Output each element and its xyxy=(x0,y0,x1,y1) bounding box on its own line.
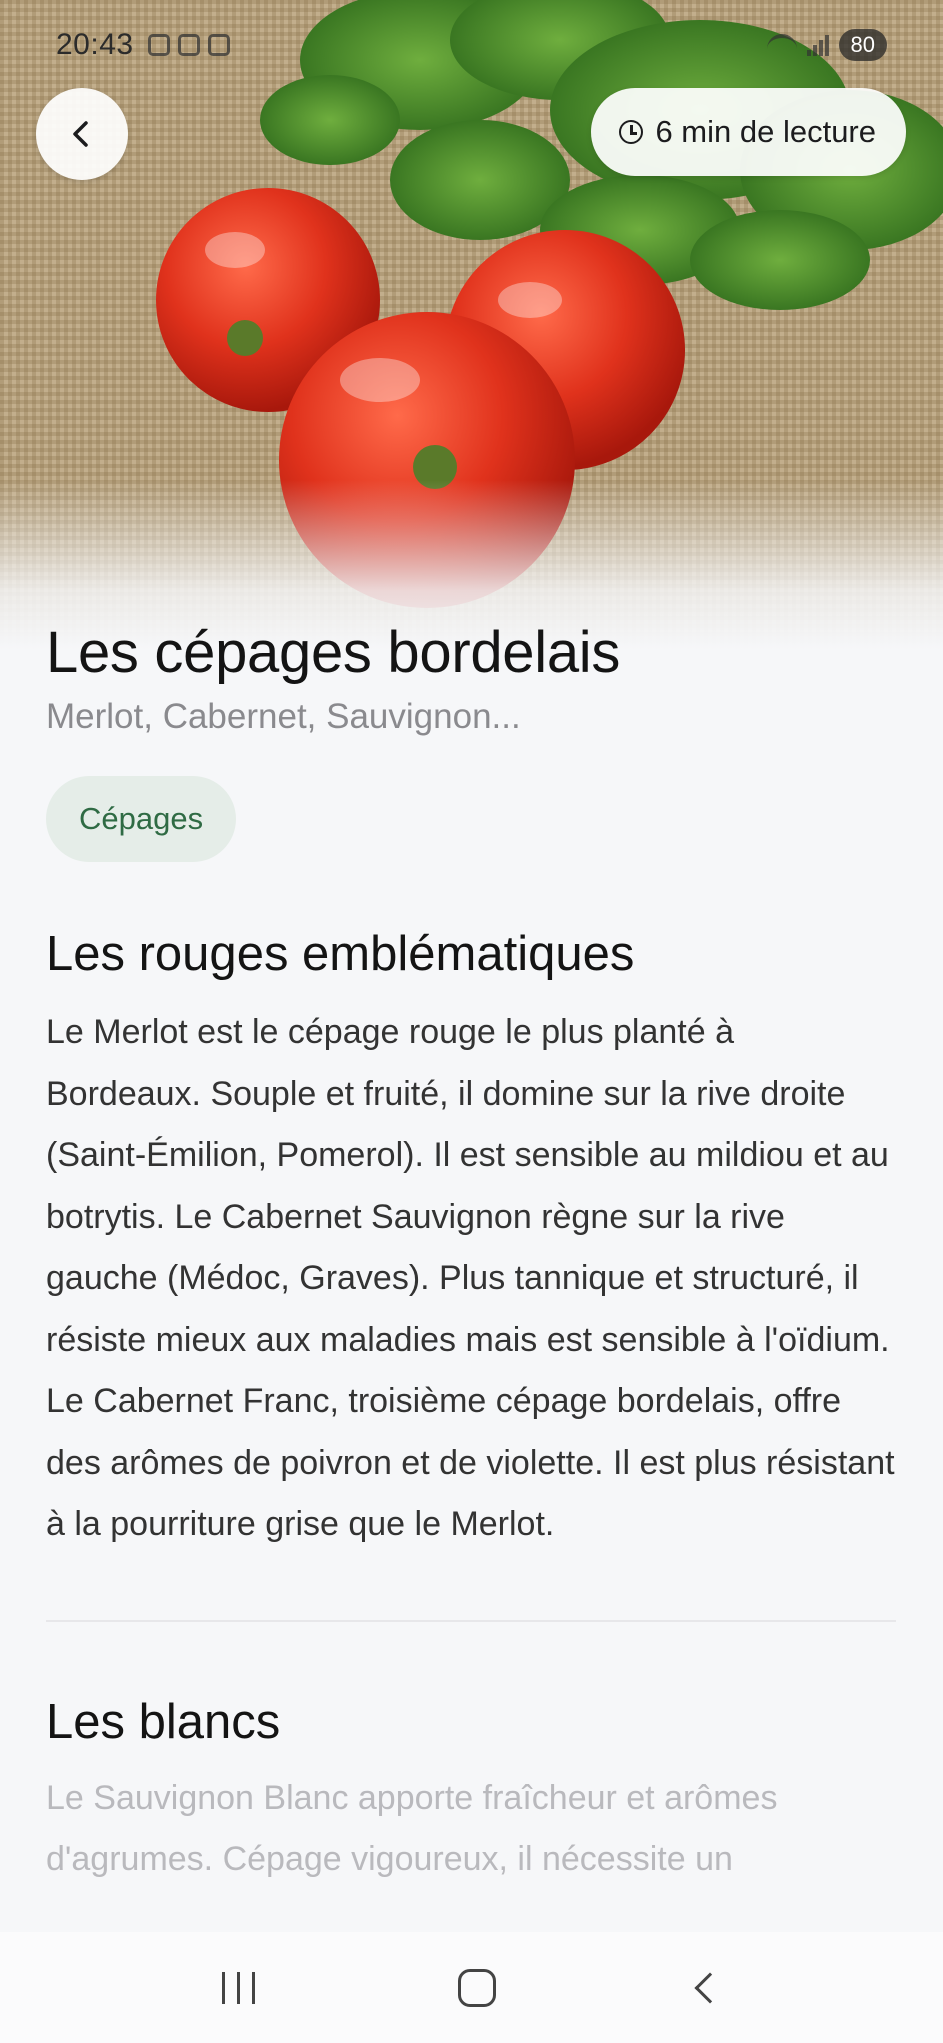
reading-time-pill: 6 min de lecture xyxy=(591,88,906,176)
battery-badge: 80 xyxy=(838,29,887,61)
wifi-icon xyxy=(766,34,797,56)
section-body: Le Merlot est le cépage rouge le plus pl… xyxy=(46,1013,895,1543)
article-content: Les cépages bordelais Merlot, Cabernet, … xyxy=(46,612,896,1891)
article-subtitle: Merlot, Cabernet, Sauvignon... xyxy=(46,697,521,736)
notification-icon xyxy=(177,34,200,56)
home-button[interactable] xyxy=(457,1968,496,2007)
reading-time-label: 6 min de lecture xyxy=(655,114,876,149)
system-nav-bar xyxy=(0,1932,943,2043)
chevron-left-icon xyxy=(73,121,88,147)
mail-icon xyxy=(207,34,230,56)
clock-icon xyxy=(619,120,644,144)
status-right: 80 xyxy=(766,29,887,61)
notification-icons xyxy=(147,34,230,56)
status-time: 20:43 xyxy=(56,28,134,61)
section-body: Le Sauvignon Blanc apporte fraîcheur et … xyxy=(46,1778,778,1879)
section-heading: Les blancs xyxy=(46,1694,281,1749)
system-back-button[interactable] xyxy=(694,1971,726,2004)
notification-icon xyxy=(147,34,170,56)
signal-icon xyxy=(806,34,829,56)
article-title: Les cépages bordelais xyxy=(46,620,621,685)
status-bar: 20:43 80 xyxy=(0,18,943,72)
category-tag[interactable]: Cépages xyxy=(46,776,237,862)
section-divider xyxy=(46,1619,896,1622)
back-button[interactable] xyxy=(36,88,128,180)
section-heading: Les rouges emblématiques xyxy=(46,927,635,981)
recent-apps-button[interactable] xyxy=(221,1971,255,2004)
